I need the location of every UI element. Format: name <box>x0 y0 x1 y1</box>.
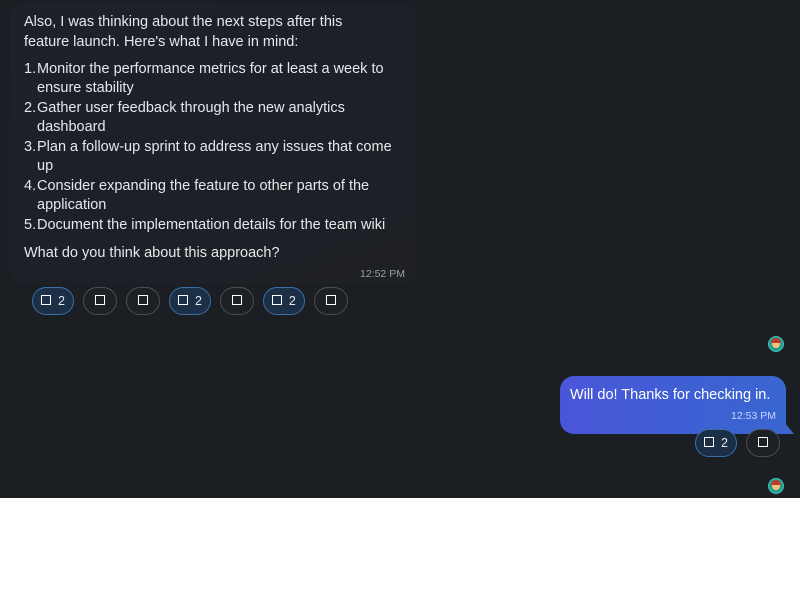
message-timestamp: 12:52 PM <box>360 268 405 280</box>
list-text: Document the implementation details for … <box>37 217 386 233</box>
emoji-square-icon <box>757 436 768 447</box>
emoji-square-icon <box>177 294 188 305</box>
emoji-square-icon <box>41 294 51 305</box>
reaction-button[interactable]: 2 <box>695 429 737 457</box>
list-text: Monitor the performance metrics for at l… <box>37 61 384 96</box>
outgoing-message-bubble: Will do! Thanks for checking in. 12:53 P… <box>560 376 794 434</box>
reaction-button[interactable] <box>82 287 117 315</box>
list-item: 2. Gather user feedback through the new a… <box>24 99 409 137</box>
incoming-reactions: 2 2 2 <box>32 287 348 315</box>
user-avatar[interactable] <box>768 336 784 352</box>
list-number: 3. <box>24 139 37 155</box>
emoji-square-icon <box>704 436 714 447</box>
reaction-button[interactable] <box>313 287 348 315</box>
incoming-message-bubble: Also, I was thinking about the next step… <box>10 4 415 284</box>
avatar-face-icon <box>771 480 781 490</box>
message-timestamp: 12:53 PM <box>731 410 776 422</box>
emoji-square-icon <box>94 294 105 305</box>
list-text: Plan a follow-up sprint to address any i… <box>37 139 392 174</box>
reaction-count: 2 <box>58 294 65 308</box>
list-text: Consider expanding the feature to other … <box>37 178 370 213</box>
emoji-square-icon <box>271 294 282 305</box>
list-number: 2. <box>24 100 37 116</box>
reaction-button[interactable] <box>745 429 780 457</box>
list-number: 1. <box>24 61 37 77</box>
message-intro: Also, I was thinking about the next step… <box>24 14 343 50</box>
steps-list: 1. Monitor the performance metrics for at… <box>24 60 409 236</box>
list-item: 3. Plan a follow-up sprint to address any… <box>24 138 409 176</box>
outgoing-reactions: 2 <box>695 429 780 457</box>
message-question: What do you think about this approach? <box>24 245 280 261</box>
reaction-count: 2 <box>194 294 202 308</box>
reaction-button[interactable]: 2 <box>168 287 211 315</box>
list-item: 5. Document the implementation details fo… <box>24 216 409 235</box>
user-avatar[interactable] <box>768 478 784 494</box>
reaction-button[interactable] <box>219 287 254 315</box>
emoji-square-icon <box>325 294 336 305</box>
message-text: Will do! Thanks for checking in. <box>570 387 771 403</box>
emoji-square-icon <box>231 294 242 305</box>
list-number: 4. <box>24 178 37 194</box>
reaction-button[interactable] <box>125 287 160 315</box>
reaction-count: 2 <box>288 294 296 308</box>
reaction-button[interactable]: 2 <box>32 287 74 315</box>
list-number: 5. <box>24 217 37 233</box>
emoji-square-icon <box>137 294 148 305</box>
list-item: 1. Monitor the performance metrics for at… <box>24 60 409 98</box>
reaction-count: 2 <box>721 436 728 450</box>
avatar-face-icon <box>771 338 781 348</box>
list-item: 4. Consider expanding the feature to othe… <box>24 177 409 215</box>
chat-panel: Also, I was thinking about the next step… <box>0 0 800 498</box>
list-text: Gather user feedback through the new ana… <box>37 100 345 135</box>
reaction-button[interactable]: 2 <box>262 287 305 315</box>
